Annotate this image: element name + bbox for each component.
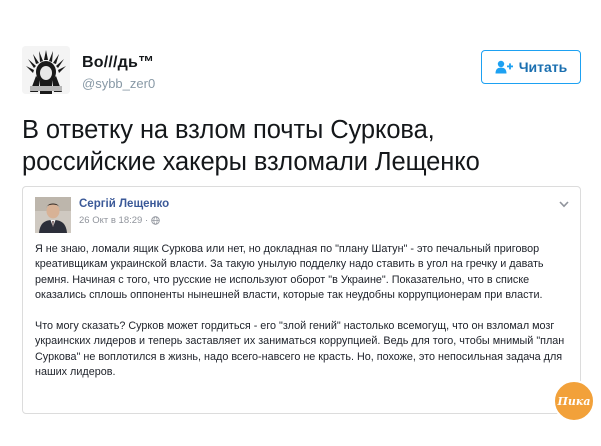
- display-name[interactable]: Во///дь™: [82, 54, 154, 72]
- follow-button[interactable]: Читать: [481, 50, 581, 84]
- tweet: Во///дь™ @sybb_zer0 Читать В ответку на …: [0, 0, 601, 446]
- tweet-text-line: В ответку на взлом почты Суркова,: [22, 116, 435, 144]
- post-timestamp[interactable]: 26 Окт в 18:29 ·: [79, 215, 148, 226]
- chevron-down-icon[interactable]: [558, 198, 570, 210]
- tweet-text-line: российские хакеры взломали Лещенко: [22, 148, 480, 176]
- author-name[interactable]: Сергій Лещенко: [79, 198, 169, 210]
- site-logo-icon: Пика: [553, 380, 595, 422]
- watermark-logo: Пика: [552, 379, 596, 423]
- user-handle[interactable]: @sybb_zer0: [82, 76, 155, 91]
- post-paragraph: Что могу сказать? Сурков может гордиться…: [35, 320, 565, 379]
- headdress-avatar-icon: [22, 46, 70, 94]
- follow-label: Читать: [518, 59, 568, 75]
- tweet-text: В ответку на взлом почты Суркова, россий…: [22, 114, 582, 178]
- user-avatar[interactable]: [22, 46, 70, 94]
- post-paragraph: Я не знаю, ломали ящик Суркова или нет, …: [35, 243, 544, 302]
- add-user-icon: [495, 60, 513, 74]
- post-body: Я не знаю, ломали ящик Суркова или нет, …: [35, 242, 571, 381]
- person-photo-icon: [35, 197, 71, 233]
- embedded-post-card[interactable]: Сергій Лещенко 26 Окт в 18:29 · Я не зна…: [22, 186, 581, 414]
- post-meta: 26 Окт в 18:29 ·: [79, 215, 160, 226]
- globe-icon: [151, 216, 160, 225]
- author-avatar[interactable]: [35, 197, 71, 233]
- watermark-text: Пика: [557, 395, 591, 408]
